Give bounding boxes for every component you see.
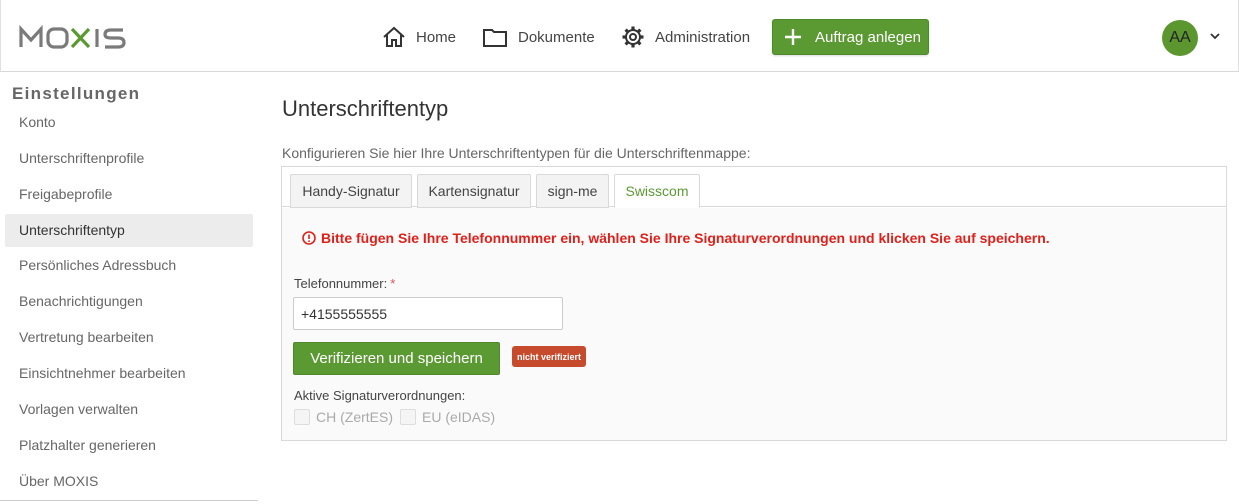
tab-sign-me[interactable]: sign-me — [536, 174, 609, 208]
sidebar-item-vorlagen[interactable]: Vorlagen verwalten — [5, 393, 253, 426]
required-marker: * — [390, 276, 396, 291]
regulation-eu-label: EU (eIDAS) — [422, 409, 496, 425]
sidebar-item-ueber[interactable]: Über MOXIS — [5, 465, 253, 498]
tab-swisscom[interactable]: Swisscom — [614, 174, 700, 208]
alert-circle-icon — [302, 231, 316, 245]
tab-kartensignatur[interactable]: Kartensignatur — [417, 174, 531, 208]
phone-input[interactable] — [293, 297, 563, 330]
nav-documents[interactable]: Dokumente — [482, 22, 595, 52]
sidebar-divider — [0, 500, 258, 501]
sidebar-item-platzhalter[interactable]: Platzhalter generieren — [5, 429, 253, 462]
new-order-button[interactable]: Auftrag anlegen — [772, 19, 929, 55]
verify-button-label: Verifizieren und speichern — [310, 350, 483, 367]
sidebar-item-freigabeprofile[interactable]: Freigabeprofile — [5, 178, 253, 211]
sidebar-item-unterschriftentyp[interactable]: Unterschriftentyp — [5, 214, 253, 247]
swisscom-tab-content: Bitte fügen Sie Ihre Telefonnummer ein, … — [282, 208, 1226, 440]
regulation-ch-checkbox[interactable] — [294, 409, 310, 425]
sidebar-item-adressbuch[interactable]: Persönliches Adressbuch — [5, 249, 253, 282]
nav-home[interactable]: Home — [382, 22, 456, 52]
nav-administration[interactable]: Administration — [621, 22, 750, 52]
moxis-logo[interactable] — [19, 24, 143, 50]
regulations-label: Aktive Signaturverordnungen: — [294, 388, 466, 403]
new-order-label: Auftrag anlegen — [815, 28, 921, 46]
regulation-ch-label: CH (ZertES) — [316, 409, 393, 425]
sidebar-item-konto[interactable]: Konto — [5, 106, 253, 139]
regulation-eu-checkbox[interactable] — [400, 409, 416, 425]
regulation-eu-option[interactable]: EU (eIDAS) — [400, 409, 495, 425]
top-navbar: Home Dokumente Administration Auftrag an… — [0, 0, 1239, 72]
page-title: Unterschriftentyp — [282, 96, 449, 121]
nav-administration-label: Administration — [655, 28, 751, 46]
tab-bar: Handy-Signatur Kartensignatur sign-me Sw… — [282, 167, 1226, 208]
nav-home-label: Home — [416, 28, 457, 46]
settings-sidebar: Einstellungen Konto Unterschriftenprofil… — [0, 72, 258, 504]
phone-label: Telefonnummer: * — [294, 276, 395, 291]
verify-and-save-button[interactable]: Verifizieren und speichern — [293, 342, 500, 375]
phone-label-text: Telefonnummer: — [294, 276, 388, 291]
sidebar-item-einsichtnehmer[interactable]: Einsichtnehmer bearbeiten — [5, 357, 253, 390]
status-badge: nicht verifiziert — [512, 346, 586, 367]
gear-icon — [622, 26, 644, 48]
tab-handy-signatur[interactable]: Handy-Signatur — [290, 174, 412, 208]
sidebar-item-vertretung[interactable]: Vertretung bearbeiten — [5, 321, 253, 354]
sidebar-item-unterschriftenprofile[interactable]: Unterschriftenprofile — [5, 142, 253, 175]
error-message: Bitte fügen Sie Ihre Telefonnummer ein, … — [302, 230, 1050, 246]
home-icon — [383, 26, 405, 47]
folder-icon — [483, 29, 507, 47]
page-description: Konfigurieren Sie hier Ihre Unterschrift… — [282, 145, 751, 161]
user-initials: AA — [1169, 29, 1191, 46]
nav-documents-label: Dokumente — [518, 28, 595, 46]
regulation-ch-option[interactable]: CH (ZertES) — [294, 409, 393, 425]
sidebar-item-benachrichtigungen[interactable]: Benachrichtigungen — [5, 285, 253, 318]
error-message-text: Bitte fügen Sie Ihre Telefonnummer ein, … — [321, 230, 1050, 246]
user-avatar[interactable]: AA — [1162, 20, 1198, 56]
signature-type-panel: Handy-Signatur Kartensignatur sign-me Sw… — [281, 166, 1227, 441]
plus-icon — [785, 29, 801, 45]
sidebar-title: Einstellungen — [12, 84, 141, 103]
chevron-down-icon[interactable] — [1209, 31, 1221, 41]
